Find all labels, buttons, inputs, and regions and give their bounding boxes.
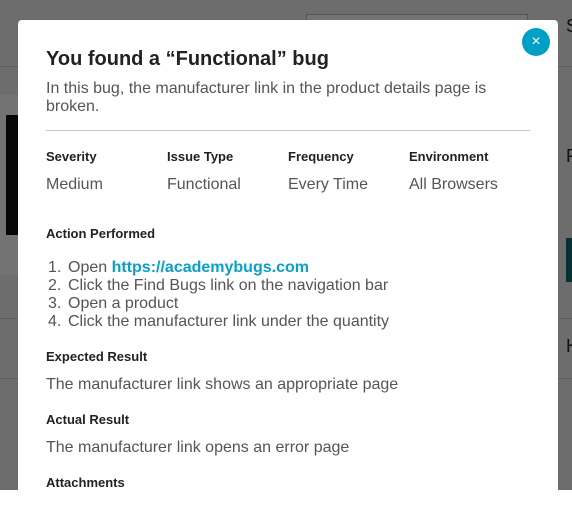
meta-label: Issue Type	[167, 149, 234, 164]
step-item: 3. Open a product	[46, 295, 530, 313]
action-performed-heading: Action Performed	[46, 226, 156, 241]
meta-label: Frequency	[288, 149, 354, 164]
meta-frequency: Frequency Every Time	[288, 149, 409, 194]
expected-result-text: The manufacturer link shows an appropria…	[46, 376, 399, 393]
step-text: Click the Find Bugs link on the navigati…	[68, 277, 389, 294]
step-number: 4.	[48, 313, 62, 330]
step-text: Click the manufacturer link under the qu…	[68, 313, 390, 330]
step-number: 3.	[48, 295, 62, 312]
meta-environment: Environment All Browsers	[409, 149, 530, 194]
steps-list: 1. Open https://academybugs.com 2. Click t…	[46, 259, 530, 331]
step-item: 2. Click the Find Bugs link on the naviga…	[46, 277, 530, 295]
divider	[46, 130, 530, 131]
bug-report-modal: × You found a “Functional” bug In this b…	[18, 20, 558, 510]
step-number: 1.	[48, 259, 62, 276]
meta-label: Environment	[409, 149, 489, 164]
step-item: 4. Click the manufacturer link under the …	[46, 313, 530, 331]
academybugs-link[interactable]: https://academybugs.com	[112, 259, 309, 276]
expected-result-heading: Expected Result	[46, 349, 148, 364]
actual-result-heading: Actual Result	[46, 412, 130, 427]
step-number: 2.	[48, 277, 62, 294]
meta-value: Functional	[167, 176, 241, 193]
bug-meta-grid: Severity Medium Issue Type Functional Fr…	[46, 149, 530, 194]
modal-title: You found a “Functional” bug	[46, 48, 329, 70]
step-text: Open	[68, 259, 112, 276]
meta-value: Medium	[46, 176, 103, 193]
meta-value: Every Time	[288, 176, 369, 193]
meta-severity: Severity Medium	[46, 149, 167, 194]
meta-label: Severity	[46, 149, 97, 164]
close-icon: ×	[531, 33, 541, 50]
meta-issue-type: Issue Type Functional	[167, 149, 288, 194]
meta-value: All Browsers	[409, 176, 498, 193]
step-text: Open a product	[68, 295, 179, 312]
bug-description: In this bug, the manufacturer link in th…	[46, 80, 487, 115]
attachments-heading: Attachments	[46, 475, 125, 490]
step-item: 1. Open https://academybugs.com	[46, 259, 530, 277]
actual-result-text: The manufacturer link opens an error pag…	[46, 439, 350, 456]
close-button[interactable]: ×	[522, 28, 550, 56]
